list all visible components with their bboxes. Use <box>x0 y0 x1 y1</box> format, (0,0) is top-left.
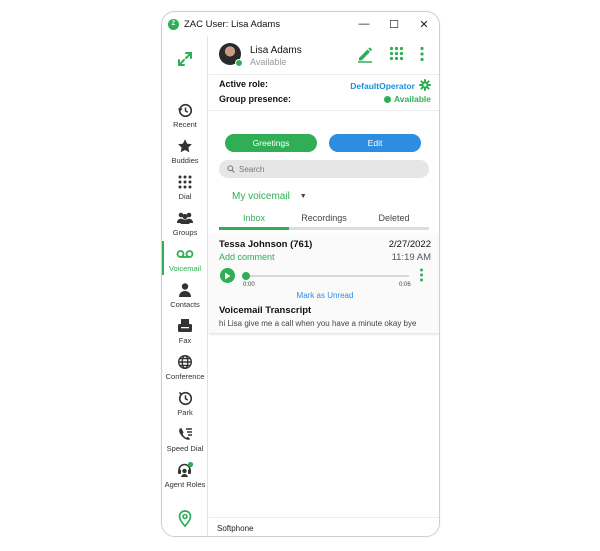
app-logo-text: Z <box>171 21 176 27</box>
playback-position: 0:00 <box>243 282 255 288</box>
sidebar-item-speed-dial[interactable]: Speed Dial <box>162 424 208 458</box>
group-presence-value-wrap[interactable]: Available <box>383 94 431 104</box>
active-role-value-wrap[interactable]: DefaultOperator <box>350 79 431 93</box>
sidebar-item-label: Fax <box>178 336 192 345</box>
sidebar-item-groups[interactable]: Groups <box>162 208 208 242</box>
sidebar-item-label: Park <box>177 408 193 417</box>
more-vertical-icon[interactable] <box>419 46 425 67</box>
minimize-button[interactable]: — <box>349 12 379 36</box>
voicemail-icon <box>176 244 194 263</box>
voicemail-box-value: My voicemail <box>232 191 290 202</box>
sidebar-item-label: Buddies <box>171 156 199 165</box>
tab-active-indicator <box>219 227 289 230</box>
location-pin-icon[interactable] <box>162 506 208 530</box>
user-name: Lisa Adams <box>250 45 302 56</box>
expand-icon[interactable] <box>162 42 208 76</box>
playback-slider-handle[interactable] <box>242 272 250 280</box>
close-button[interactable]: ✕ <box>409 12 439 36</box>
voicemail-item[interactable]: Tessa Johnson (761) 2/27/2022 Add commen… <box>209 233 439 334</box>
sidebar-item-recent[interactable]: Recent <box>162 100 208 134</box>
status-footer: Softphone <box>209 517 439 536</box>
gear-icon[interactable] <box>419 79 431 93</box>
greetings-button[interactable]: Greetings <box>225 134 317 152</box>
sidebar-item-label: Speed Dial <box>166 444 204 453</box>
fax-icon <box>177 316 193 335</box>
sidebar-item-conference[interactable]: Conference <box>162 352 208 386</box>
title-bar: Z ZAC User: Lisa Adams — ☐ ✕ <box>162 12 439 36</box>
sidebar-item-park[interactable]: Park <box>162 388 208 422</box>
pencil-icon[interactable] <box>356 45 374 68</box>
playback-track[interactable] <box>245 275 409 277</box>
footer-label: Softphone <box>217 524 254 533</box>
history-icon <box>177 100 193 119</box>
speed-dial-icon <box>177 424 193 443</box>
caller-name: Tessa Johnson (761) <box>219 239 313 250</box>
user-status[interactable]: Available <box>250 57 286 67</box>
group-presence-value[interactable]: Available <box>394 94 431 104</box>
transcript-text: hi Lisa give me a call when you have a m… <box>219 319 417 328</box>
sidebar-item-label: Voicemail <box>168 264 202 273</box>
main-panel: Lisa Adams Available Active role: Defaul… <box>209 36 439 536</box>
playback-duration: 0:06 <box>399 282 411 288</box>
agent-icon <box>176 460 194 479</box>
star-icon <box>177 136 193 155</box>
presence-status-icon <box>383 95 391 103</box>
sidebar-item-dial[interactable]: Dial <box>162 172 208 206</box>
sidebar-item-contacts[interactable]: Contacts <box>162 280 208 314</box>
voicemail-box-dropdown[interactable]: My voicemail ▼ <box>232 191 307 202</box>
dialpad-icon <box>177 172 193 191</box>
active-role-label: Active role: <box>219 79 269 89</box>
caret-down-icon: ▼ <box>299 193 307 200</box>
group-presence-row: Group presence: Available <box>219 94 431 108</box>
mark-as-unread-link[interactable]: Mark as Unread <box>209 291 439 300</box>
sidebar-item-agent-roles[interactable]: Agent Roles <box>162 460 208 494</box>
active-role-row: Active role: DefaultOperator <box>219 79 431 93</box>
presence-dot <box>235 59 243 67</box>
sidebar-item-label: Contacts <box>170 300 200 309</box>
sidebar: Recent Buddies Dial Groups Voicemail Con… <box>162 36 208 536</box>
play-button[interactable] <box>220 268 235 283</box>
sidebar-item-label: Dial <box>178 192 192 201</box>
globe-icon <box>177 352 193 371</box>
window-title: ZAC User: Lisa Adams <box>184 18 281 30</box>
sidebar-item-voicemail[interactable]: Voicemail <box>162 241 208 278</box>
dialpad-icon[interactable] <box>389 46 404 66</box>
sidebar-item-label: Agent Roles <box>164 480 206 489</box>
voicemail-time: 11:19 AM <box>391 252 431 263</box>
edit-button[interactable]: Edit <box>329 134 421 152</box>
more-vertical-icon[interactable] <box>419 268 424 287</box>
add-comment-link[interactable]: Add comment <box>219 252 275 262</box>
group-presence-label: Group presence: <box>219 94 292 104</box>
user-header: Lisa Adams Available <box>209 36 439 75</box>
sidebar-item-label: Conference <box>165 372 205 381</box>
sidebar-item-label: Groups <box>172 228 198 237</box>
app-window: Z ZAC User: Lisa Adams — ☐ ✕ Recent Budd… <box>161 11 440 537</box>
search-bar <box>219 160 429 178</box>
group-icon <box>176 208 194 227</box>
sidebar-item-fax[interactable]: Fax <box>162 316 208 350</box>
contact-icon <box>177 280 193 299</box>
app-logo-icon: Z <box>168 18 179 30</box>
divider <box>209 110 439 111</box>
voicemail-date: 2/27/2022 <box>388 239 431 250</box>
park-icon <box>177 388 193 407</box>
maximize-button[interactable]: ☐ <box>379 12 409 36</box>
search-input[interactable] <box>239 164 419 174</box>
active-role-value[interactable]: DefaultOperator <box>350 81 415 91</box>
transcript-title: Voicemail Transcript <box>219 305 312 316</box>
sidebar-item-label: Recent <box>173 120 197 129</box>
sidebar-item-buddies[interactable]: Buddies <box>162 136 208 170</box>
search-icon <box>227 165 235 173</box>
play-icon <box>225 272 231 279</box>
